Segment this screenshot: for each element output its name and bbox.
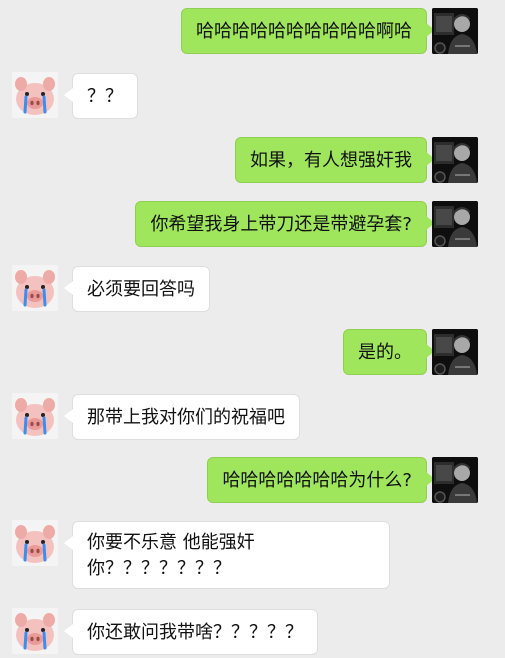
- message-bubble-incoming[interactable]: 必须要回答吗: [64, 266, 210, 312]
- man-photo-avatar-icon[interactable]: [432, 8, 478, 54]
- message-bubble-outgoing[interactable]: 是的。: [343, 329, 435, 375]
- message-bubble-outgoing[interactable]: 哈哈哈哈哈哈哈哈哈哈啊哈: [181, 8, 435, 54]
- message-text: 如果，有人想强奸我: [250, 150, 412, 171]
- man-photo-avatar-icon[interactable]: [432, 201, 478, 247]
- message-bubble-outgoing[interactable]: 如果，有人想强奸我: [235, 137, 435, 183]
- message-text: 必须要回答吗: [87, 279, 195, 300]
- message-bubble-outgoing[interactable]: 哈哈哈哈哈哈哈为什么?: [207, 457, 435, 503]
- crying-pig-avatar-icon[interactable]: [12, 265, 58, 311]
- message-bubble-incoming[interactable]: 你还敢问我带啥？？？？？: [64, 609, 318, 655]
- crying-pig-avatar-icon[interactable]: [12, 72, 58, 118]
- message-text: 是的。: [358, 342, 412, 363]
- man-photo-avatar-icon[interactable]: [432, 137, 478, 183]
- message-text: 哈哈哈哈哈哈哈为什么?: [222, 470, 412, 491]
- message-bubble-incoming[interactable]: 那带上我对你们的祝福吧: [64, 394, 300, 440]
- message-text: 你要不乐意 他能强奸你？？？？？？？: [87, 532, 255, 579]
- message-text: 你还敢问我带啥？？？？？: [87, 622, 303, 643]
- crying-pig-avatar-icon[interactable]: [12, 393, 58, 439]
- man-photo-avatar-icon[interactable]: [432, 329, 478, 375]
- man-photo-avatar-icon[interactable]: [432, 457, 478, 503]
- message-text: 哈哈哈哈哈哈哈哈哈哈啊哈: [196, 21, 412, 42]
- message-bubble-outgoing[interactable]: 你希望我身上带刀还是带避孕套?: [135, 201, 435, 247]
- crying-pig-avatar-icon[interactable]: [12, 608, 58, 654]
- crying-pig-avatar-icon[interactable]: [12, 520, 58, 566]
- message-text: 你希望我身上带刀还是带避孕套?: [150, 214, 412, 235]
- message-text: 那带上我对你们的祝福吧: [87, 407, 285, 428]
- message-bubble-incoming[interactable]: 你要不乐意 他能强奸你？？？？？？？: [64, 521, 390, 589]
- message-bubble-incoming[interactable]: ？？: [64, 73, 138, 119]
- message-text: ？？: [87, 86, 123, 107]
